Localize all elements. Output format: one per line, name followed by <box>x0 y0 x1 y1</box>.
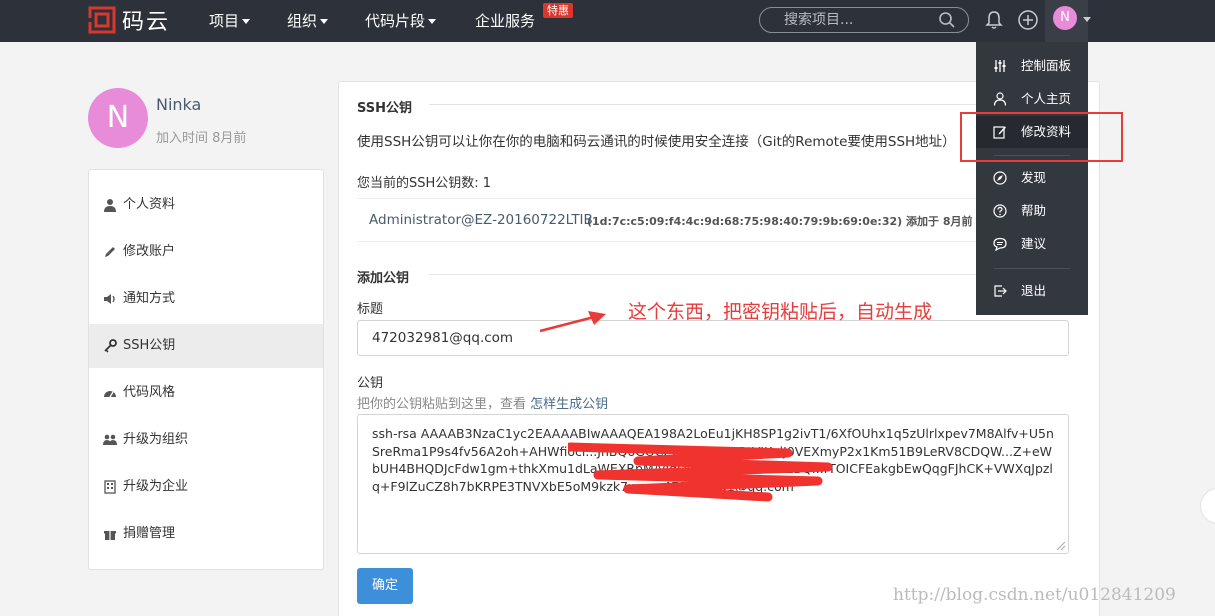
ssh-key-fingerprint: (1d:7c:c5:09:f4:4c:9d:68:75:98:40:79:9b:… <box>587 215 973 228</box>
chevron-down-icon <box>320 19 329 24</box>
ssh-section-title: SSH公钥 <box>357 101 413 116</box>
gift-icon <box>104 531 116 540</box>
sidebar-item-label: 代码风格 <box>123 385 176 400</box>
menu-item-explore[interactable]: 发现 <box>976 162 1088 194</box>
profile-name[interactable]: Ninka <box>156 95 201 114</box>
nav-organizations[interactable]: 组织 <box>287 0 329 42</box>
comment-icon <box>993 237 1007 251</box>
search-placeholder: 搜索项目... <box>784 12 854 28</box>
nav-projects[interactable]: 项目 <box>209 0 251 42</box>
avatar: N <box>1053 6 1077 30</box>
key-icon <box>104 339 117 353</box>
menu-item-label: 发现 <box>1021 170 1047 185</box>
submit-button[interactable]: 确定 <box>357 568 413 604</box>
logo[interactable]: 码云 <box>88 6 171 35</box>
nav-snippets-label: 代码片段 <box>365 12 426 30</box>
menu-item-label: 控制面板 <box>1021 58 1072 73</box>
key-label: 公钥 <box>357 376 384 391</box>
nav-organizations-label: 组织 <box>287 12 318 30</box>
menu-item-dashboard[interactable]: 控制面板 <box>976 50 1088 82</box>
logout-icon <box>994 285 1007 297</box>
menu-item-homepage[interactable]: 个人主页 <box>976 83 1088 115</box>
key-hint-text: 把你的公钥粘贴到这里，查看 <box>357 397 527 412</box>
annotation-highlight-box <box>960 112 1123 162</box>
help-icon <box>993 204 1007 218</box>
menu-item-label: 帮助 <box>1021 203 1047 218</box>
menu-item-logout[interactable]: 退出 <box>976 275 1088 307</box>
search-input[interactable]: 搜索项目... <box>759 7 969 33</box>
building-icon <box>104 480 116 494</box>
compass-icon <box>993 171 1007 185</box>
sidebar-item-label: 修改账户 <box>123 244 176 259</box>
menu-item-label: 个人主页 <box>1021 91 1072 106</box>
sidebar-item-donations[interactable]: 捐赠管理 <box>89 512 323 556</box>
sidebar-item-label: 捐赠管理 <box>123 526 176 541</box>
nav-projects-label: 项目 <box>209 12 240 30</box>
user-dropdown-menu: 控制面板 个人主页 修改资料 发现 帮助 建议 退出 <box>976 42 1088 315</box>
top-navbar: 码云 项目 组织 代码片段 企业服务 特惠 搜索项目... N <box>0 0 1215 42</box>
promo-badge: 特惠 <box>543 3 573 18</box>
sidebar-item-account[interactable]: 修改账户 <box>89 230 323 274</box>
profile-avatar: N <box>88 88 148 148</box>
add-key-section-title: 添加公钥 <box>357 271 410 286</box>
sidebar-item-upgrade-enterprise[interactable]: 升级为企业 <box>89 465 323 509</box>
pencil-icon <box>105 247 115 257</box>
watermark: http://blog.csdn.net/u012841209 <box>893 585 1176 605</box>
sidebar-item-code-style[interactable]: 代码风格 <box>89 371 323 415</box>
side-float-button[interactable] <box>1200 488 1215 524</box>
menu-item-help[interactable]: 帮助 <box>976 195 1088 227</box>
sidebar-item-label: 个人资料 <box>123 197 176 212</box>
logo-text: 码云 <box>122 10 171 35</box>
menu-item-label: 建议 <box>1021 236 1047 251</box>
menu-item-feedback[interactable]: 建议 <box>976 228 1088 260</box>
sidebar-item-upgrade-org[interactable]: 升级为组织 <box>89 418 323 462</box>
nav-snippets[interactable]: 代码片段 <box>365 0 437 42</box>
annotation-text: 这个东西，把密钥粘贴后，自动生成 <box>628 301 933 323</box>
dashboard-icon <box>104 391 116 398</box>
menu-item-label: 退出 <box>1021 283 1047 298</box>
key-title-input[interactable]: 472032981@qq.com <box>357 320 1069 356</box>
user-icon <box>104 199 116 212</box>
ssh-key-count: 您当前的SSH公钥数: 1 <box>357 176 492 191</box>
sidebar-item-profile[interactable]: 个人资料 <box>89 183 323 227</box>
sidebar-item-label: SSH公钥 <box>123 338 176 353</box>
chevron-down-icon <box>428 19 437 24</box>
menu-divider <box>994 268 1070 269</box>
settings-sidebar: 个人资料 修改账户 通知方式 SSH公钥 代码风格 升级为组织 升级为企业 捐赠… <box>88 169 324 570</box>
logo-mark-icon <box>88 6 116 34</box>
how-to-generate-link[interactable]: 怎样生成公钥 <box>530 397 608 412</box>
title-label: 标题 <box>357 302 384 317</box>
search-icon[interactable] <box>938 11 956 29</box>
person-icon <box>993 92 1007 106</box>
speaker-icon <box>104 294 115 304</box>
sidebar-item-label: 通知方式 <box>123 291 176 306</box>
sidebar-item-ssh-keys[interactable]: SSH公钥 <box>89 324 323 368</box>
key-hint: 把你的公钥粘贴到这里，查看 怎样生成公钥 <box>357 393 608 412</box>
profile-joined: 加入时间 8月前 <box>156 131 247 146</box>
nav-enterprise-label: 企业服务 <box>475 12 536 30</box>
sidebar-item-notifications[interactable]: 通知方式 <box>89 277 323 321</box>
plus-circle-icon[interactable] <box>1017 9 1039 31</box>
resize-handle-icon[interactable] <box>1057 542 1065 550</box>
ssh-key-row: Administrator@EZ-20160722LTIB (1d:7c:c5:… <box>357 198 1077 242</box>
bell-icon[interactable] <box>983 9 1005 31</box>
sliders-icon <box>994 60 1006 72</box>
redaction-scribble <box>568 442 833 502</box>
ssh-key-name: Administrator@EZ-20160722LTIB <box>369 212 593 228</box>
chevron-down-icon <box>242 19 251 24</box>
nav-enterprise[interactable]: 企业服务 <box>475 0 535 42</box>
user-menu-toggle[interactable]: N <box>1045 0 1091 42</box>
sidebar-item-label: 升级为组织 <box>123 432 189 447</box>
chevron-down-icon <box>1083 17 1091 22</box>
annotation-arrow-icon <box>539 311 606 333</box>
sidebar-item-label: 升级为企业 <box>123 479 189 494</box>
public-key-textarea[interactable]: ssh-rsa AAAAB3NzaC1yc2EAAAABIwAAAQEA198A… <box>357 414 1069 554</box>
users-icon <box>103 434 117 445</box>
ssh-description: 使用SSH公钥可以让你在你的电脑和码云通讯的时候使用安全连接（Git的Remot… <box>357 134 956 150</box>
